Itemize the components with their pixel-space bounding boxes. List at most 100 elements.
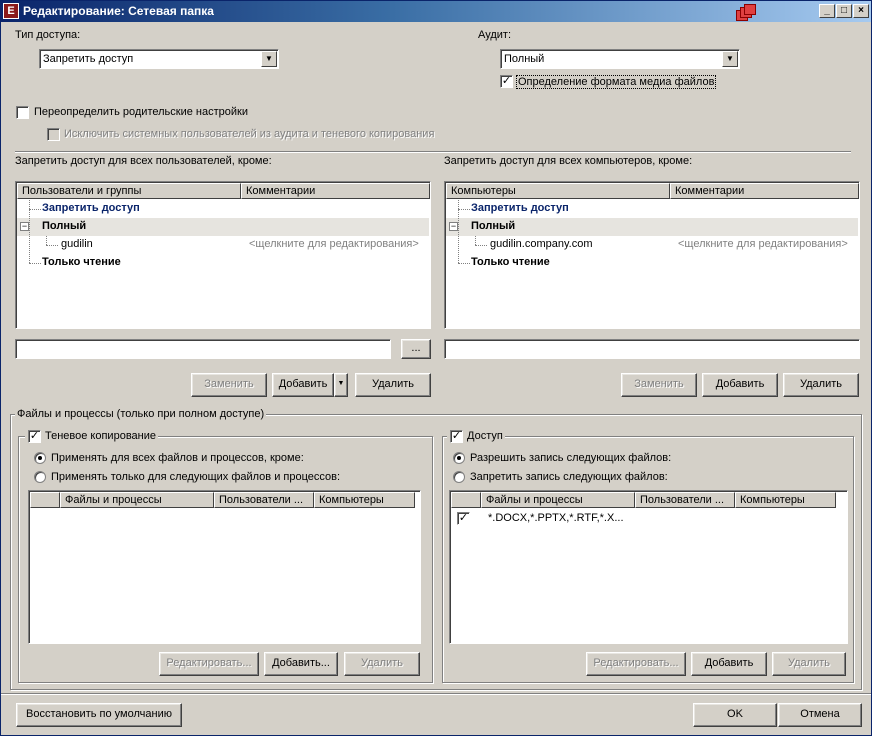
title-bar[interactable]: E Редактирование: Сетевая папка _ □ × xyxy=(1,1,871,22)
tree-row-deny[interactable]: Запретить доступ xyxy=(446,200,858,218)
restore-defaults-button[interactable]: Восстановить по умолчанию xyxy=(16,703,182,727)
access-files-table[interactable]: Файлы и процессы Пользователи ... Компью… xyxy=(449,490,848,644)
access-type-value: Запретить доступ xyxy=(43,53,134,65)
tree-row-readonly[interactable]: Только чтение xyxy=(446,200,858,272)
tree-connector xyxy=(46,236,47,245)
tree-connector xyxy=(475,236,476,245)
access-deny-label[interactable]: Запретить запись следующих файлов: xyxy=(470,471,668,483)
stacked-windows-icon xyxy=(736,4,758,22)
collapse-icon[interactable]: − xyxy=(20,222,29,231)
exclude-system-checkbox[interactable] xyxy=(47,128,60,141)
shadow-copy-title[interactable]: Теневое копирование xyxy=(25,430,158,442)
tree-row-full[interactable]: − Полный xyxy=(446,218,858,236)
tree-label: Запретить доступ xyxy=(42,202,140,214)
column-header-files[interactable]: Файлы и процессы xyxy=(481,492,635,508)
access-deny-radio[interactable] xyxy=(453,471,465,483)
maximize-button[interactable]: □ xyxy=(836,4,852,18)
comment-edit-hint[interactable]: <щелкните для редактирования> xyxy=(249,238,419,250)
access-checkbox[interactable]: ✓ xyxy=(450,430,463,443)
computers-add-button[interactable]: Добавить xyxy=(702,373,778,397)
chevron-down-icon[interactable]: ▼ xyxy=(261,51,277,67)
access-delete-button[interactable]: Удалить xyxy=(772,652,846,676)
column-header-check[interactable] xyxy=(451,492,481,508)
browse-button[interactable]: ... xyxy=(401,339,431,359)
tree-label: Запретить доступ xyxy=(471,202,569,214)
collapse-icon[interactable]: − xyxy=(449,222,458,231)
chevron-down-icon[interactable]: ▼ xyxy=(722,51,738,67)
ok-button[interactable]: OK xyxy=(693,703,777,727)
audit-label: Аудит: xyxy=(478,29,512,41)
column-header-computers[interactable]: Компьютеры xyxy=(446,183,670,199)
access-type-label: Тип доступа: xyxy=(15,29,81,41)
column-header-check[interactable] xyxy=(30,492,60,508)
column-header-comments[interactable]: Комментарии xyxy=(241,183,430,199)
shadow-copy-checkbox[interactable]: ✓ xyxy=(28,430,41,443)
tree-connector xyxy=(458,263,470,264)
exclude-system-label: Исключить системных пользователей из ауд… xyxy=(64,128,435,140)
users-tree-list[interactable]: Пользователи и группы Комментарии Запрет… xyxy=(15,181,431,329)
users-add-button[interactable]: Добавить xyxy=(272,373,334,397)
access-allow-radio[interactable] xyxy=(453,452,465,464)
row-checkbox[interactable]: ✓ xyxy=(457,512,470,525)
override-checkbox[interactable] xyxy=(16,106,29,119)
app-icon: E xyxy=(3,3,19,19)
users-replace-button[interactable]: Заменить xyxy=(191,373,267,397)
tree-row-user[interactable]: gudilin <щелкните для редактирования> xyxy=(17,236,429,254)
minimize-button[interactable]: _ xyxy=(819,4,835,18)
tree-label: Только чтение xyxy=(471,256,550,268)
column-header-computers[interactable]: Компьютеры xyxy=(735,492,836,508)
media-detect-checkbox[interactable]: ✓ xyxy=(500,75,513,88)
tree-row-deny[interactable]: Запретить доступ xyxy=(17,200,429,218)
column-header-files[interactable]: Файлы и процессы xyxy=(60,492,214,508)
tree-connector xyxy=(475,245,487,246)
tree-label: Только чтение xyxy=(42,256,121,268)
table-row[interactable]: ✓ *.DOCX,*.PPTX,*.RTF,*.X... xyxy=(451,510,846,528)
tree-connector xyxy=(29,200,30,263)
users-heading: Запретить доступ для всех пользователей,… xyxy=(15,155,272,167)
access-edit-button[interactable]: Редактировать... xyxy=(586,652,686,676)
column-header-users[interactable]: Пользователи и группы xyxy=(17,183,241,199)
tree-label: gudilin.company.com xyxy=(490,238,593,250)
computers-tree-list[interactable]: Компьютеры Комментарии Запретить доступ … xyxy=(444,181,860,329)
tree-row-readonly[interactable]: Только чтение xyxy=(17,200,429,272)
tree-connector xyxy=(458,209,470,210)
access-type-select[interactable]: Запретить доступ ▼ xyxy=(39,49,279,69)
tree-connector xyxy=(46,245,58,246)
column-header-computers[interactable]: Компьютеры xyxy=(314,492,415,508)
tree-label: Полный xyxy=(42,220,87,232)
computers-heading: Запретить доступ для всех компьютеров, к… xyxy=(444,155,693,167)
shadow-edit-button[interactable]: Редактировать... xyxy=(159,652,259,676)
shadow-only-label[interactable]: Применять только для следующих файлов и … xyxy=(51,471,340,483)
computers-replace-button[interactable]: Заменить xyxy=(621,373,697,397)
shadow-add-button[interactable]: Добавить... xyxy=(264,652,338,676)
column-header-users[interactable]: Пользователи ... xyxy=(214,492,314,508)
access-allow-label[interactable]: Разрешить запись следующих файлов: xyxy=(470,452,671,464)
shadow-only-radio[interactable] xyxy=(34,471,46,483)
comment-edit-hint[interactable]: <щелкните для редактирования> xyxy=(678,238,848,250)
users-delete-button[interactable]: Удалить xyxy=(355,373,431,397)
tree-connector xyxy=(29,209,41,210)
override-label[interactable]: Переопределить родительские настройки xyxy=(34,106,248,118)
media-detect-label[interactable]: Определение формата медиа файлов xyxy=(516,75,717,89)
shadow-all-radio[interactable] xyxy=(34,452,46,464)
tree-label: Полный xyxy=(471,220,516,232)
close-button[interactable]: × xyxy=(853,4,869,18)
computers-input[interactable] xyxy=(444,339,860,359)
add-dropdown-arrow-icon[interactable]: ▼ xyxy=(334,373,348,397)
tree-connector xyxy=(29,263,41,264)
tree-connector xyxy=(458,200,459,263)
column-header-users[interactable]: Пользователи ... xyxy=(635,492,735,508)
access-add-button[interactable]: Добавить xyxy=(691,652,767,676)
shadow-delete-button[interactable]: Удалить xyxy=(344,652,420,676)
shadow-files-table[interactable]: Файлы и процессы Пользователи ... Компью… xyxy=(28,490,421,644)
row-files: *.DOCX,*.PPTX,*.RTF,*.X... xyxy=(488,512,624,524)
tree-row-full[interactable]: − Полный xyxy=(17,218,429,236)
cancel-button[interactable]: Отмена xyxy=(778,703,862,727)
audit-select[interactable]: Полный ▼ xyxy=(500,49,740,69)
computers-delete-button[interactable]: Удалить xyxy=(783,373,859,397)
tree-row-computer[interactable]: gudilin.company.com <щелкните для редакт… xyxy=(446,236,858,254)
window-title: Редактирование: Сетевая папка xyxy=(23,4,214,18)
column-header-comments[interactable]: Комментарии xyxy=(670,183,859,199)
users-input[interactable] xyxy=(15,339,391,359)
shadow-all-label[interactable]: Применять для всех файлов и процессов, к… xyxy=(51,452,304,464)
